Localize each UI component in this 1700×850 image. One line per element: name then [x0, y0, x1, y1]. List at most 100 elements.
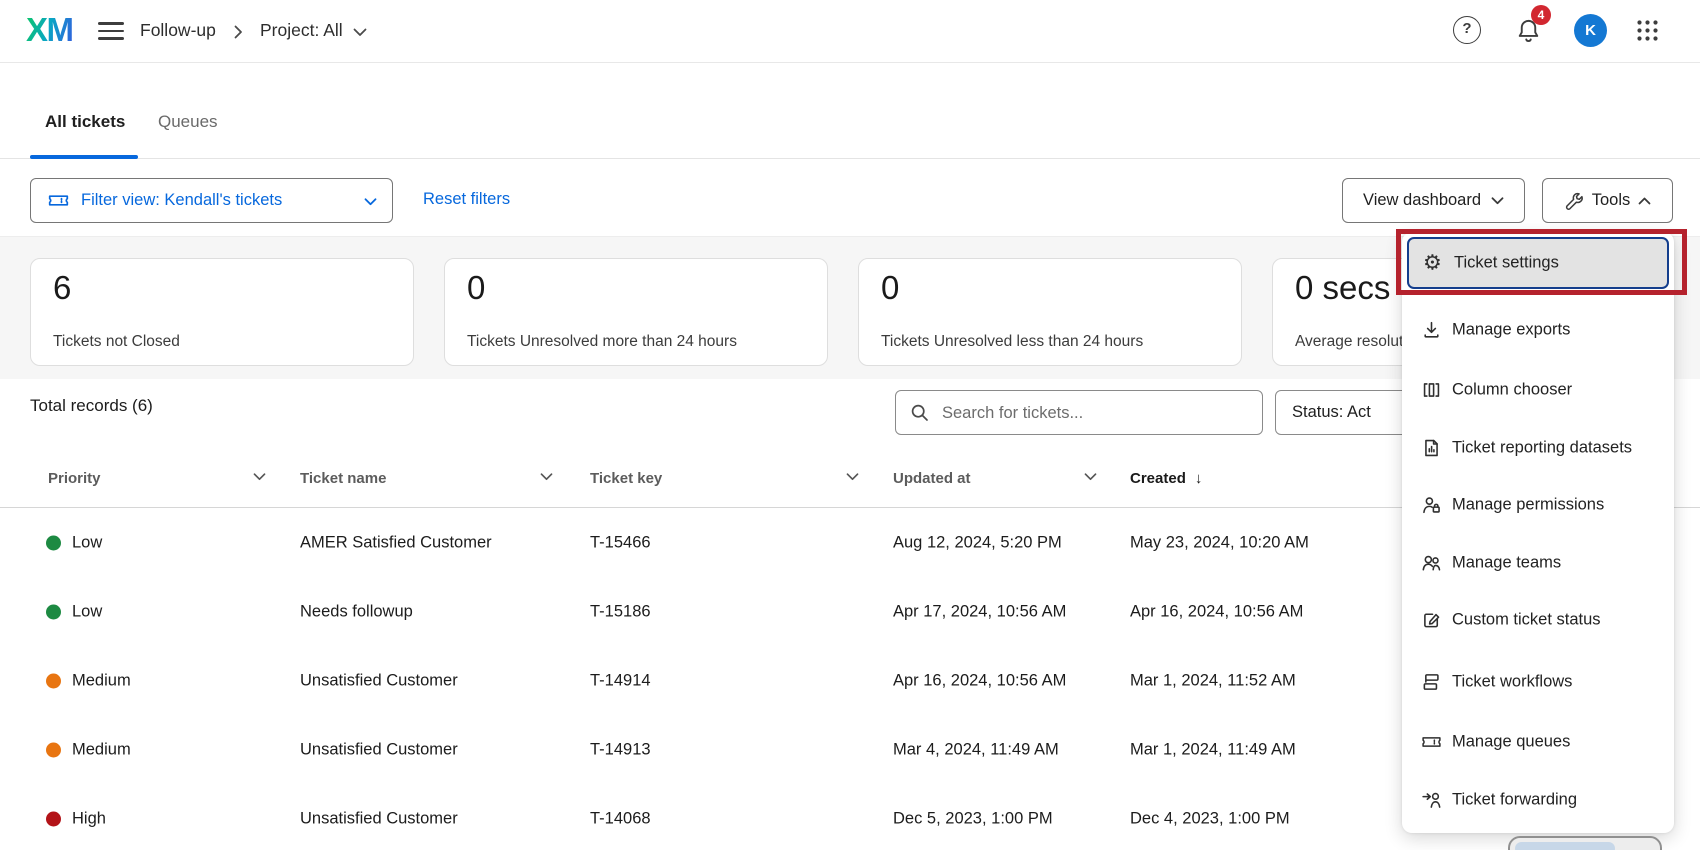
- ticket-name-cell: Unsatisfied Customer: [300, 809, 458, 828]
- updated-at-cell: Aug 12, 2024, 5:20 PM: [893, 533, 1062, 552]
- chevron-down-icon[interactable]: [1084, 473, 1097, 481]
- stat-value: 0: [881, 269, 899, 307]
- menu-item-custom-ticket-status[interactable]: Custom ticket status: [1402, 591, 1674, 649]
- breadcrumb-project-name[interactable]: Follow-up: [140, 20, 216, 41]
- menu-item-label: Ticket workflows: [1452, 673, 1572, 692]
- menu-item-column-chooser[interactable]: Column chooser: [1402, 361, 1674, 419]
- stat-value: 0 secs: [1295, 269, 1390, 307]
- tools-label: Tools: [1592, 191, 1631, 210]
- menu-item-label: Custom ticket status: [1452, 611, 1601, 630]
- filter-view-dropdown[interactable]: Filter view: Kendall's tickets: [30, 178, 393, 223]
- updated-at-cell: Apr 17, 2024, 10:56 AM: [893, 602, 1066, 621]
- reset-filters-link[interactable]: Reset filters: [423, 190, 510, 209]
- tools-dropdown-menu: ⚙ Ticket settings Manage exports Column …: [1402, 232, 1674, 833]
- priority-cell: Low: [72, 533, 102, 552]
- ticket-key-cell: T-14914: [590, 671, 651, 690]
- stat-label: Tickets Unresolved more than 24 hours: [467, 333, 737, 351]
- menu-item-manage-queues[interactable]: Manage queues: [1402, 713, 1674, 771]
- column-header-created[interactable]: Created↓: [1130, 470, 1202, 487]
- annotation-highlight-box: [1396, 229, 1687, 295]
- app-frame: XM Follow-up Project: All ? 4 K All tic: [0, 0, 1700, 850]
- created-cell: Mar 1, 2024, 11:52 AM: [1130, 671, 1296, 690]
- menu-item-label: Manage queues: [1452, 733, 1570, 752]
- created-cell: May 23, 2024, 10:20 AM: [1130, 533, 1309, 552]
- priority-dot: [46, 742, 61, 757]
- tools-button[interactable]: Tools: [1542, 178, 1673, 223]
- priority-dot: [46, 811, 61, 826]
- search-icon: [910, 403, 930, 423]
- search-input[interactable]: [940, 392, 1254, 435]
- edit-icon: [1421, 610, 1442, 631]
- filter-view-label: Filter view: Kendall's tickets: [81, 191, 282, 210]
- menu-item-label: Ticket forwarding: [1452, 791, 1577, 810]
- scrollbar-thumb[interactable]: [1515, 842, 1615, 850]
- chevron-down-icon[interactable]: [353, 28, 367, 37]
- ticket-key-cell: T-15466: [590, 533, 651, 552]
- stat-value: 6: [53, 269, 71, 307]
- created-cell: Mar 1, 2024, 11:49 AM: [1130, 740, 1296, 759]
- columns-icon: [1421, 380, 1442, 401]
- chevron-down-icon[interactable]: [540, 473, 553, 481]
- xm-logo: XM: [26, 11, 73, 49]
- ticket-name-cell: Unsatisfied Customer: [300, 740, 458, 759]
- priority-dot: [46, 604, 61, 619]
- ticket-key-cell: T-14068: [590, 809, 651, 828]
- menu-item-manage-teams[interactable]: Manage teams: [1402, 534, 1674, 592]
- menu-item-manage-permissions[interactable]: Manage permissions: [1402, 476, 1674, 534]
- help-icon[interactable]: ?: [1453, 16, 1481, 44]
- menu-item-label: Column chooser: [1452, 381, 1572, 400]
- chevron-down-icon: [364, 198, 377, 206]
- stat-card-unresolved-more-24h: 0 Tickets Unresolved more than 24 hours: [444, 258, 828, 366]
- stat-card-not-closed: 6 Tickets not Closed: [30, 258, 414, 366]
- view-dashboard-label: View dashboard: [1363, 191, 1481, 210]
- forward-person-icon: [1421, 790, 1442, 811]
- chevron-down-icon[interactable]: [253, 473, 266, 481]
- active-tab-underline: [30, 155, 138, 159]
- tab-queues[interactable]: Queues: [158, 112, 218, 132]
- column-header-ticket-name[interactable]: Ticket name: [300, 470, 386, 487]
- sort-descending-icon: ↓: [1195, 470, 1203, 487]
- people-icon: [1421, 553, 1442, 574]
- priority-cell: Medium: [72, 740, 131, 759]
- avatar[interactable]: K: [1574, 14, 1607, 47]
- person-lock-icon: [1421, 495, 1442, 516]
- breadcrumb-project-selector[interactable]: Project: All: [260, 20, 343, 41]
- menu-item-ticket-workflows[interactable]: Ticket workflows: [1402, 653, 1674, 711]
- stat-label: Tickets not Closed: [53, 333, 180, 351]
- hamburger-menu-icon[interactable]: [98, 22, 124, 45]
- column-header-updated-at[interactable]: Updated at: [893, 470, 971, 487]
- total-records-label: Total records (6): [30, 396, 153, 416]
- menu-item-label: Ticket reporting datasets: [1452, 439, 1632, 458]
- menu-item-ticket-forwarding[interactable]: Ticket forwarding: [1402, 771, 1674, 829]
- app-grid-icon[interactable]: [1636, 19, 1659, 42]
- priority-dot: [46, 673, 61, 688]
- menu-item-label: Manage permissions: [1452, 496, 1604, 515]
- column-header-ticket-key[interactable]: Ticket key: [590, 470, 662, 487]
- stat-value: 0: [467, 269, 485, 307]
- updated-at-cell: Apr 16, 2024, 10:56 AM: [893, 671, 1066, 690]
- priority-dot: [46, 535, 61, 550]
- chevron-up-icon: [1638, 197, 1651, 205]
- ticket-name-cell: Needs followup: [300, 602, 413, 621]
- chevron-right-icon: [234, 25, 243, 39]
- search-box: [895, 390, 1263, 435]
- ticket-key-cell: T-14913: [590, 740, 651, 759]
- priority-cell: Low: [72, 602, 102, 621]
- wrench-icon: [1564, 191, 1584, 211]
- download-icon: [1421, 320, 1442, 341]
- view-dashboard-button[interactable]: View dashboard: [1342, 178, 1525, 223]
- chevron-down-icon[interactable]: [846, 473, 859, 481]
- created-cell: Dec 4, 2023, 1:00 PM: [1130, 809, 1290, 828]
- menu-item-ticket-reporting-datasets[interactable]: Ticket reporting datasets: [1402, 419, 1674, 477]
- notification-count-badge: 4: [1531, 5, 1551, 25]
- tab-all-tickets[interactable]: All tickets: [45, 112, 125, 132]
- updated-at-cell: Mar 4, 2024, 11:49 AM: [893, 740, 1059, 759]
- ticket-icon: [47, 192, 70, 209]
- stat-label: Tickets Unresolved less than 24 hours: [881, 333, 1143, 351]
- ticket-name-cell: AMER Satisfied Customer: [300, 533, 492, 552]
- report-document-icon: [1421, 438, 1442, 459]
- menu-item-manage-exports[interactable]: Manage exports: [1402, 301, 1674, 359]
- horizontal-scrollbar[interactable]: [1508, 836, 1662, 850]
- top-bar: XM Follow-up Project: All ? 4 K: [0, 0, 1700, 63]
- column-header-priority[interactable]: Priority: [48, 470, 101, 487]
